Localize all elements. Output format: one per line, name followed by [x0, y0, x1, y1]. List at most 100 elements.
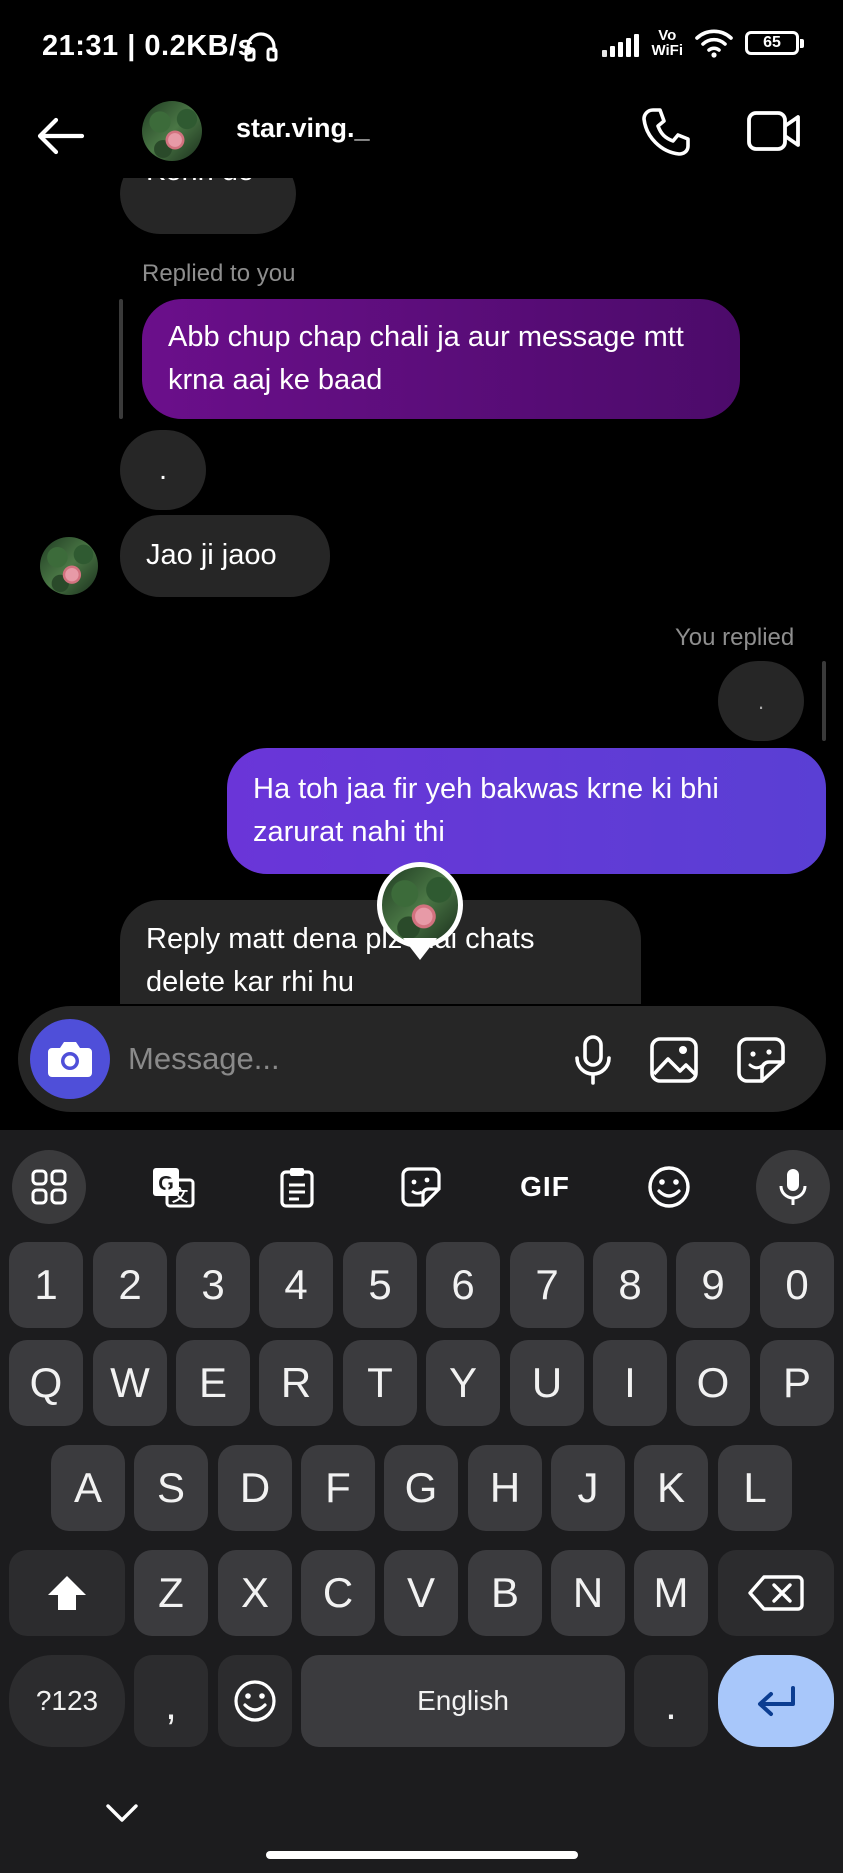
back-arrow-icon[interactable]: [32, 108, 88, 164]
key-j[interactable]: J: [551, 1445, 625, 1531]
camera-icon: [48, 1042, 92, 1077]
key-c[interactable]: C: [301, 1550, 375, 1636]
emoji-key[interactable]: [218, 1655, 292, 1747]
gallery-icon[interactable]: [649, 1036, 699, 1084]
microphone-icon: [779, 1169, 807, 1205]
wifi-icon: [695, 29, 733, 58]
key-w[interactable]: W: [93, 1340, 167, 1426]
key-y[interactable]: Y: [426, 1340, 500, 1426]
reply-quote-line: [822, 661, 826, 741]
backspace-icon: [748, 1575, 804, 1611]
keyboard-toolbar: G 文 GIF: [0, 1140, 843, 1226]
signal-icon: [602, 29, 640, 57]
key-0[interactable]: 0: [760, 1242, 834, 1328]
key-s[interactable]: S: [134, 1445, 208, 1531]
seen-by-avatar: [377, 862, 463, 948]
key-p[interactable]: P: [760, 1340, 834, 1426]
message-text: Kehn do: [146, 155, 255, 187]
sticker-icon: [401, 1167, 441, 1207]
status-time: 21:31 | 0.2KB/s: [42, 30, 255, 62]
phone-call-icon[interactable]: [640, 106, 692, 158]
key-9[interactable]: 9: [676, 1242, 750, 1328]
key-4[interactable]: 4: [259, 1242, 333, 1328]
key-l[interactable]: L: [718, 1445, 792, 1531]
comma-key[interactable]: ,: [134, 1655, 208, 1747]
quoted-dot-message[interactable]: .: [718, 661, 804, 741]
key-d[interactable]: D: [218, 1445, 292, 1531]
message-text: .: [757, 688, 765, 714]
reply-quote-line: [119, 299, 123, 419]
key-7[interactable]: 7: [510, 1242, 584, 1328]
vowifi-label: Vo WiFi: [651, 27, 683, 59]
key-v[interactable]: V: [384, 1550, 458, 1636]
headphones-icon: [244, 32, 278, 62]
video-call-icon[interactable]: [746, 108, 802, 154]
key-e[interactable]: E: [176, 1340, 250, 1426]
chat-username[interactable]: star.ving._: [236, 113, 370, 144]
emoji-icon: [234, 1680, 276, 1722]
key-5[interactable]: 5: [343, 1242, 417, 1328]
svg-text:文: 文: [172, 1186, 189, 1205]
key-o[interactable]: O: [676, 1340, 750, 1426]
key-r[interactable]: R: [259, 1340, 333, 1426]
key-i[interactable]: I: [593, 1340, 667, 1426]
symbols-key[interactable]: ?123: [9, 1655, 125, 1747]
message-text: Jao ji jaoo: [146, 539, 277, 571]
key-f[interactable]: F: [301, 1445, 375, 1531]
enter-icon: [758, 1686, 795, 1716]
key-3[interactable]: 3: [176, 1242, 250, 1328]
period-key[interactable]: .: [634, 1655, 708, 1747]
emoji-button[interactable]: [634, 1152, 704, 1222]
shift-icon: [48, 1576, 86, 1610]
key-t[interactable]: T: [343, 1340, 417, 1426]
message-bubble-received-partial[interactable]: Kehn do: [120, 155, 296, 234]
message-composer: [18, 1006, 826, 1112]
key-1[interactable]: 1: [9, 1242, 83, 1328]
key-q[interactable]: Q: [9, 1340, 83, 1426]
voice-input-button[interactable]: [756, 1150, 830, 1224]
sticker-button[interactable]: [386, 1152, 456, 1222]
microphone-icon[interactable]: [570, 1034, 616, 1086]
key-b[interactable]: B: [468, 1550, 542, 1636]
key-u[interactable]: U: [510, 1340, 584, 1426]
hide-keyboard-chevron-icon[interactable]: [104, 1802, 140, 1824]
battery-icon: 65: [745, 31, 804, 55]
status-bar: 21:31 | 0.2KB/s Vo WiFi 65: [0, 0, 843, 100]
message-text: Ha toh jaa fir yeh bakwas krne ki bhi za…: [253, 773, 719, 848]
key-a[interactable]: A: [51, 1445, 125, 1531]
gif-button[interactable]: GIF: [510, 1152, 580, 1222]
seen-avatar-pointer: [403, 938, 437, 960]
key-k[interactable]: K: [634, 1445, 708, 1531]
apps-grid-button[interactable]: [12, 1150, 86, 1224]
dot-message-received[interactable]: .: [120, 430, 206, 510]
key-6[interactable]: 6: [426, 1242, 500, 1328]
space-key[interactable]: English: [301, 1655, 625, 1747]
shift-key[interactable]: [9, 1550, 125, 1636]
message-input[interactable]: [128, 1036, 548, 1082]
sticker-icon[interactable]: [736, 1036, 786, 1084]
key-8[interactable]: 8: [593, 1242, 667, 1328]
you-replied-label: You replied: [675, 624, 795, 651]
key-n[interactable]: N: [551, 1550, 625, 1636]
grid-icon: [31, 1169, 67, 1205]
key-2[interactable]: 2: [93, 1242, 167, 1328]
home-indicator[interactable]: [266, 1851, 578, 1859]
key-m[interactable]: M: [634, 1550, 708, 1636]
sender-avatar[interactable]: [40, 537, 98, 595]
message-bubble-received[interactable]: Jao ji jaoo: [120, 515, 330, 597]
key-g[interactable]: G: [384, 1445, 458, 1531]
key-z[interactable]: Z: [134, 1550, 208, 1636]
emoji-icon: [648, 1166, 690, 1208]
translate-icon: G 文: [153, 1168, 195, 1208]
enter-key[interactable]: [718, 1655, 834, 1747]
camera-button[interactable]: [30, 1019, 110, 1099]
clipboard-button[interactable]: [262, 1152, 332, 1222]
message-bubble-sent[interactable]: Ha toh jaa fir yeh bakwas krne ki bhi za…: [227, 748, 826, 874]
backspace-key[interactable]: [718, 1550, 834, 1636]
profile-avatar[interactable]: [142, 101, 202, 161]
quoted-sent-message[interactable]: Abb chup chap chali ja aur message mtt k…: [142, 299, 740, 419]
translate-button[interactable]: G 文: [138, 1152, 208, 1222]
key-h[interactable]: H: [468, 1445, 542, 1531]
message-text: .: [158, 453, 168, 486]
key-x[interactable]: X: [218, 1550, 292, 1636]
